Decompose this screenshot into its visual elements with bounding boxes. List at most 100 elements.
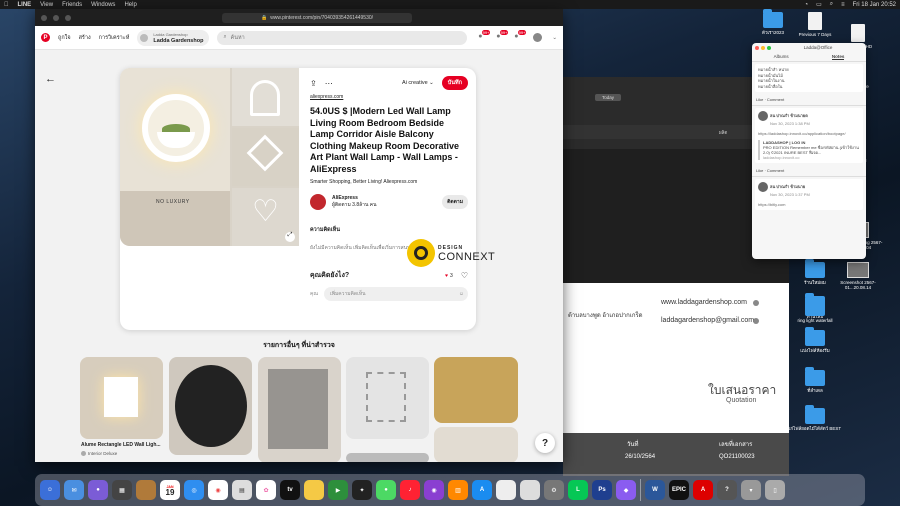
pinterest-header: P ถูกใจ สร้าง การวิเคราะห์ Ladda Gardens…	[35, 26, 563, 50]
logo-bottom: CONNEXT	[438, 251, 496, 263]
board-switcher[interactable]: Ladda Gardenshop Ladda Gardenshop	[137, 29, 210, 46]
line-icon[interactable]: L	[568, 480, 588, 500]
source-link[interactable]: aliexpress.com	[310, 94, 468, 100]
app-menu[interactable]: LINE	[18, 2, 32, 8]
search-icon[interactable]: ⌕	[830, 1, 833, 8]
chrome-icon[interactable]: ◉	[208, 480, 228, 500]
emoji-icon[interactable]: ☺	[459, 291, 464, 297]
menu-friends[interactable]: Friends	[62, 2, 82, 8]
comment-input[interactable]: เพิ่มความคิดเห็น ☺	[323, 287, 468, 301]
nav-create[interactable]: สร้าง	[79, 34, 91, 42]
notifications-icon[interactable]: ● 99+	[475, 29, 491, 43]
profile-avatar[interactable]	[533, 33, 543, 42]
related-pin-caption[interactable]: Alume Rectangle LED Wall Ligh...	[81, 442, 161, 448]
apple-icon[interactable]: 	[4, 2, 9, 8]
zoom-button[interactable]	[65, 14, 71, 21]
epic-games-icon[interactable]: EPIC	[669, 480, 689, 500]
app-store-icon[interactable]: A	[472, 480, 492, 500]
trash-icon[interactable]: ▯	[765, 480, 785, 500]
search-input[interactable]: ⌕ ค้นหา	[217, 30, 468, 45]
menu-view[interactable]: View	[40, 2, 53, 8]
app-icon[interactable]	[520, 480, 540, 500]
related-pin[interactable]	[434, 357, 518, 423]
minimize-button[interactable]	[761, 45, 765, 50]
tab-notes[interactable]: Notes	[831, 54, 845, 60]
board-select[interactable]: Ai creative ⌄	[402, 80, 434, 86]
related-pin[interactable]	[258, 357, 341, 462]
system-settings-icon[interactable]: ⚙	[544, 480, 564, 500]
updates-icon[interactable]: ● 99+	[511, 29, 527, 43]
close-button[interactable]	[755, 45, 759, 50]
launchpad-icon[interactable]: ▦	[112, 480, 132, 500]
photoshop-icon[interactable]: Ps	[592, 480, 612, 500]
related-pin[interactable]	[169, 357, 252, 455]
chevron-down-icon[interactable]: ⌄	[552, 35, 557, 41]
desktop-item[interactable]: เก่ไฟล์ยอดไม้ได้สัตว์ BEST	[785, 405, 845, 431]
apple-tv-icon[interactable]: tv	[280, 480, 300, 500]
calendar-icon[interactable]: JAN 19	[160, 480, 180, 500]
menu-windows[interactable]: Windows	[91, 2, 115, 8]
address-bar[interactable]: 🔒 www.pinterest.com/pin/7040393542614495…	[222, 12, 412, 23]
notes-list[interactable]: หมายน้ำสำ หน่าย หมายน้ำมั่นไม้ หมายน้ำใน…	[755, 64, 863, 92]
messages-icon[interactable]: ● 99+	[493, 29, 509, 43]
nav-analytics[interactable]: การวิเคราะห์	[99, 34, 130, 42]
control-center-icon[interactable]: ≡	[841, 2, 845, 8]
related-pin[interactable]	[346, 453, 429, 462]
activity-monitor-icon[interactable]: ▤	[232, 480, 252, 500]
like-comment-link[interactable]: Like · Comment	[752, 165, 866, 177]
zoom-button[interactable]	[767, 45, 771, 50]
nav-saved[interactable]: ถูกใจ	[58, 34, 71, 42]
related-pin[interactable]	[434, 427, 518, 462]
siri-icon[interactable]: ●	[88, 480, 108, 500]
related-pin[interactable]	[346, 357, 429, 439]
safari-icon[interactable]: ◎	[184, 480, 204, 500]
menubar-clock[interactable]: Fri 18 Jan 20:52	[853, 2, 896, 8]
desktop-item[interactable]: แบ่งไฟล์ห้องรีม	[785, 327, 845, 353]
messenger-icon[interactable]: ◆	[616, 480, 636, 500]
note-line[interactable]: หมายน้ำสื่อใน	[758, 84, 860, 90]
close-button[interactable]	[41, 14, 47, 21]
follow-button[interactable]: ติดตาม	[442, 195, 468, 209]
save-button[interactable]: บันทึก	[441, 76, 468, 90]
messages-icon[interactable]: ●	[376, 480, 396, 500]
desktop-item[interactable]: ring light waterfall	[785, 297, 845, 323]
music-icon[interactable]: ♪	[400, 480, 420, 500]
react-heart-icon[interactable]: ♡	[461, 271, 468, 280]
menu-help[interactable]: Help	[124, 2, 136, 8]
app-icon[interactable]	[496, 480, 516, 500]
like-comment-link[interactable]: Like · Comment	[752, 94, 866, 106]
photos-icon[interactable]: ✿	[256, 480, 276, 500]
today-button[interactable]: Today	[595, 94, 621, 101]
notes-icon[interactable]	[304, 480, 324, 500]
reaction-count[interactable]: 3	[450, 273, 453, 279]
desktop-item[interactable]: ที่ลำเดล	[785, 367, 845, 393]
help-icon[interactable]: ?	[717, 480, 737, 500]
more-icon[interactable]: ⋯	[325, 79, 333, 88]
wifi-icon[interactable]: ◔	[804, 2, 808, 8]
related-pin[interactable]	[80, 357, 163, 439]
app-icon[interactable]	[136, 480, 156, 500]
post-link[interactable]: https://bitly.com	[758, 202, 860, 207]
downloads-icon[interactable]: ▾	[741, 480, 761, 500]
desktop-item[interactable]: Screenshot 2567-01...20.08.14	[828, 262, 888, 290]
tab-albums[interactable]: Albums	[774, 54, 789, 59]
help-button[interactable]: ?	[535, 433, 555, 453]
battery-icon[interactable]: ▭	[816, 1, 822, 8]
owner-avatar[interactable]	[310, 194, 326, 210]
share-icon[interactable]: ⇪	[310, 79, 317, 88]
link-preview-card[interactable]: LADDASHOP | LOG IN PRO EDITION Remember …	[758, 140, 860, 160]
back-arrow-icon[interactable]: ←	[45, 73, 56, 85]
post-link[interactable]: https://laddashop.innovit.co/application…	[758, 131, 860, 136]
final-cut-icon[interactable]: ✦	[352, 480, 372, 500]
zoom-icon[interactable]: ⤢	[285, 232, 295, 242]
podcasts-icon[interactable]: ◉	[424, 480, 444, 500]
finder-icon[interactable]: ☺	[40, 480, 60, 500]
minimize-button[interactable]	[53, 14, 59, 21]
books-icon[interactable]: ▥	[448, 480, 468, 500]
pinterest-logo-icon[interactable]: P	[41, 33, 50, 42]
acrobat-icon[interactable]: A	[693, 480, 713, 500]
mail-icon[interactable]: ✉	[64, 480, 84, 500]
facetime-icon[interactable]: ▶	[328, 480, 348, 500]
pin-image[interactable]: NO LUXURY ♡ ⤢	[120, 68, 299, 246]
word-icon[interactable]: W	[645, 480, 665, 500]
